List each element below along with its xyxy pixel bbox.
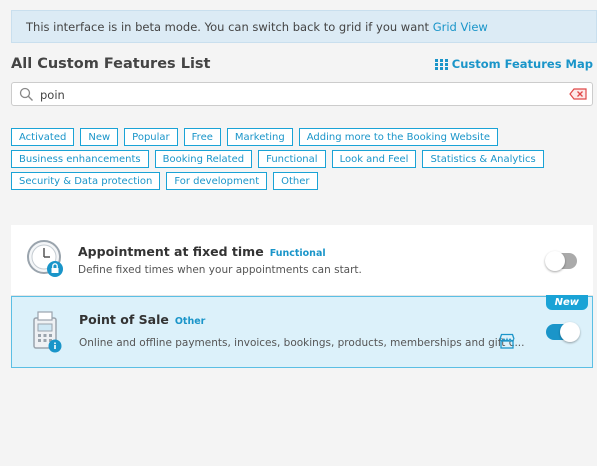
feature-description: Online and offline payments, invoices, b… (79, 337, 525, 349)
feature-card-appointment-fixed-time[interactable]: Appointment at fixed time Functional Defi… (11, 225, 593, 296)
tag-business-enhancements[interactable]: Business enhancements (11, 150, 149, 168)
page-title: All Custom Features List (11, 56, 211, 72)
grid-view-link[interactable]: Grid View (433, 20, 488, 34)
tag-look-and-feel[interactable]: Look and Feel (331, 150, 417, 168)
tag-new[interactable]: New (80, 128, 119, 146)
feature-description: Define fixed times when your appointment… (78, 264, 362, 276)
beta-banner: This interface is in beta mode. You can … (11, 10, 597, 43)
feature-toggle-on[interactable] (546, 322, 580, 342)
tag-booking-related[interactable]: Booking Related (154, 150, 253, 168)
map-link-label: Custom Features Map (451, 57, 593, 71)
clock-lock-icon (27, 240, 63, 277)
tag-for-development[interactable]: For development (166, 172, 268, 190)
grid-icon (434, 58, 448, 70)
toggle-knob (545, 251, 565, 271)
tag-statistics-analytics[interactable]: Statistics & Analytics (422, 150, 544, 168)
custom-features-map-link[interactable]: Custom Features Map (434, 57, 593, 71)
search-icon (19, 87, 33, 101)
tag-free[interactable]: Free (183, 128, 221, 146)
feature-title: Point of Sale (79, 312, 169, 327)
clear-search-icon[interactable] (569, 88, 587, 100)
feature-name: Appointment at fixed time Functional (78, 244, 326, 259)
feature-toggle-off[interactable] (545, 251, 577, 271)
feature-card-point-of-sale[interactable]: New Point of Sale Other Online and offlin… (11, 295, 593, 368)
search-input[interactable]: poin (11, 82, 593, 106)
tag-marketing[interactable]: Marketing (226, 128, 293, 146)
tag-popular[interactable]: Popular (124, 128, 178, 146)
feature-name: Point of Sale Other (79, 312, 205, 327)
toggle-knob (560, 322, 580, 342)
store-icon[interactable] (498, 333, 516, 349)
tag-functional[interactable]: Functional (258, 150, 326, 168)
new-badge: New (545, 295, 588, 310)
filter-tags: Activated New Popular Free Marketing Add… (11, 128, 571, 194)
search-value: poin (40, 88, 65, 102)
beta-banner-text: This interface is in beta mode. You can … (26, 20, 433, 34)
pos-terminal-icon (33, 311, 62, 353)
tag-other[interactable]: Other (273, 172, 318, 190)
feature-category: Functional (269, 248, 326, 259)
feature-category: Other (174, 316, 206, 327)
tag-security-data-protection[interactable]: Security & Data protection (11, 172, 161, 190)
feature-title: Appointment at fixed time (78, 244, 264, 259)
tag-activated[interactable]: Activated (11, 128, 75, 146)
tag-adding-more-to-booking-website[interactable]: Adding more to the Booking Website (298, 128, 499, 146)
